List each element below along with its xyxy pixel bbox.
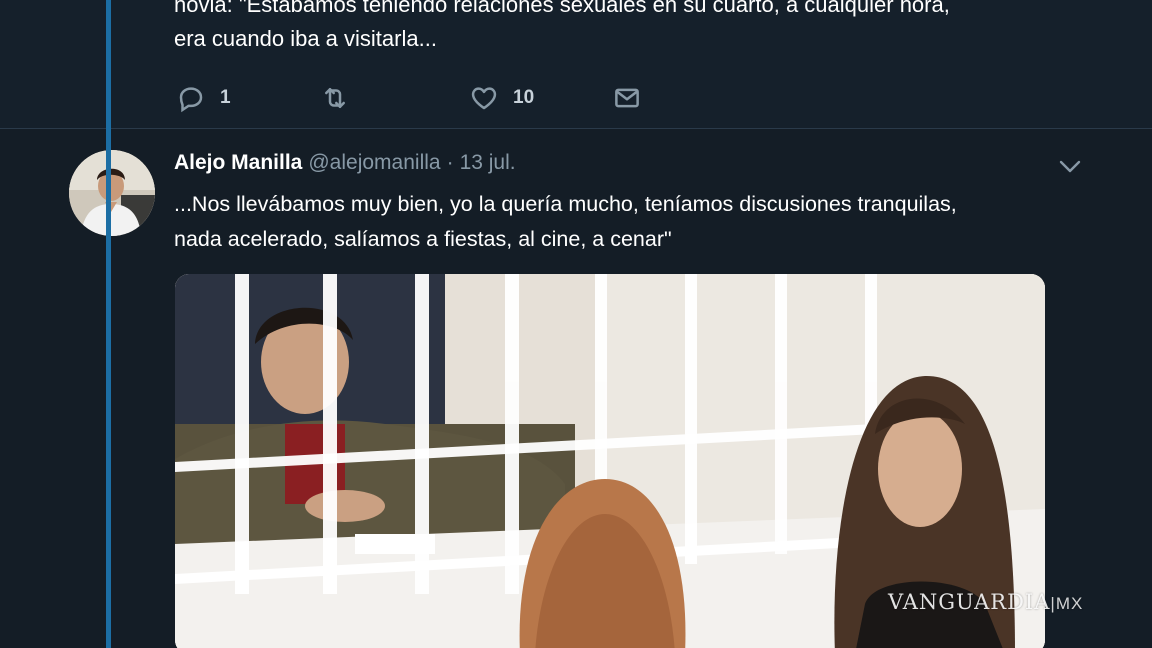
reply-count: 1 [220,87,231,108]
like-button[interactable]: 10 [469,80,534,116]
previous-tweet: novia: "Estábamos teniendo relaciones se… [0,0,1152,128]
previous-tweet-line-1: novia: "Estábamos teniendo relaciones se… [174,0,950,17]
author-handle[interactable]: @alejomanilla [308,151,440,174]
tweet-header: Alejo Manilla @alejomanilla · 13 jul. [174,151,516,179]
previous-tweet-actions: 1 10 [174,80,674,116]
watermark-brand: VANGUARDIA [888,590,1051,614]
tweet-date[interactable]: 13 jul. [460,151,516,174]
chevron-down-icon [1059,160,1081,173]
vanguardia-watermark: VANGUARDIA|MX [888,590,1083,616]
tweet-text: ...Nos llevábamos muy bien, yo la quería… [174,187,1104,257]
reply-icon [179,87,203,113]
heart-icon [471,87,497,110]
previous-tweet-text: novia: "Estábamos teniendo relaciones se… [174,0,1104,56]
twitter-thread-screenshot: novia: "Estábamos teniendo relaciones se… [0,0,1152,648]
author-name[interactable]: Alejo Manilla [174,151,302,174]
avatar[interactable] [69,150,155,236]
reply-button[interactable]: 1 [176,80,231,116]
thread-connector-line [106,0,111,648]
tweet-text-line-1: ...Nos llevábamos muy bien, yo la quería… [174,192,957,216]
watermark-suffix: MX [1055,594,1084,613]
avatar-photo [69,150,155,236]
direct-message-button[interactable] [612,80,642,116]
tweet-text-line-2: nada acelerado, salíamos a fiestas, al c… [174,227,672,251]
retweet-button[interactable] [320,80,364,116]
previous-tweet-line-2: era cuando iba a visitarla... [174,26,437,51]
tweet[interactable]: Alejo Manilla @alejomanilla · 13 jul. ...No… [0,129,1152,648]
like-count: 10 [513,87,535,108]
header-separator: · [446,151,454,174]
envelope-icon [615,88,639,108]
more-options-button[interactable] [1057,155,1083,177]
retweet-icon [325,88,345,108]
